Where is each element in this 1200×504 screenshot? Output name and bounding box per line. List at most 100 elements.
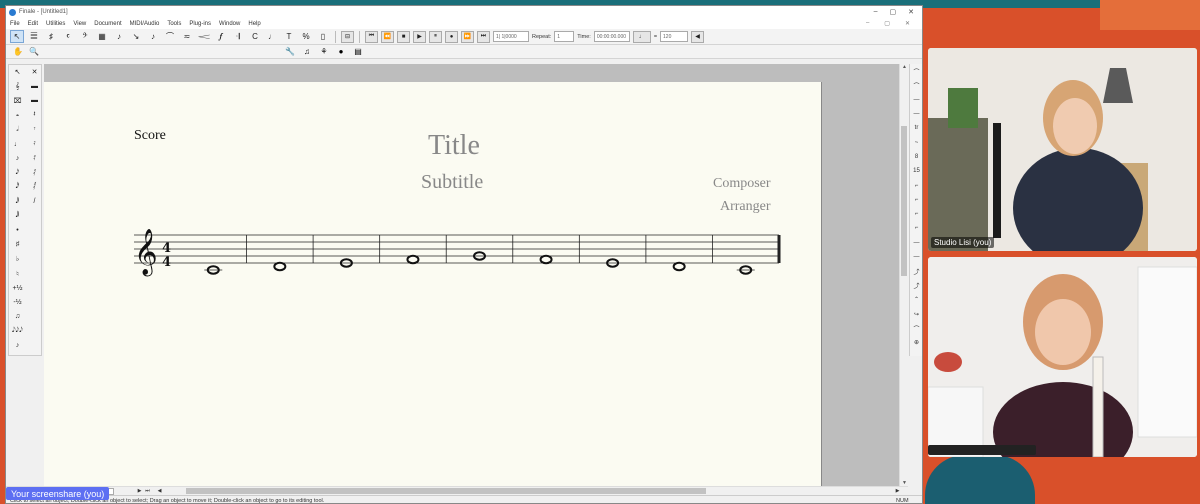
sixtyfourth-note-icon[interactable]: 𝅘𝅥𝅱 [10, 195, 25, 209]
tuplet-icon[interactable]: 𝅘𝅥𝅮𝅘𝅥𝅮𝅘𝅥𝅮 [10, 324, 25, 338]
expression-mf-icon[interactable]: 𝆑 [214, 30, 228, 43]
record-icon[interactable]: ● [445, 30, 458, 43]
line-icon[interactable]: — [910, 236, 922, 250]
tie-shape-icon[interactable]: ⌒ [910, 321, 922, 335]
counter-field[interactable]: 1| 1|0000 [493, 31, 529, 42]
tuplet-tool-icon[interactable]: ♪ [146, 30, 160, 43]
tie-icon[interactable]: ♫ [10, 310, 25, 324]
scroll-up-icon[interactable]: ▲ [900, 64, 909, 70]
bracket-2-icon[interactable]: ⌐ [910, 193, 922, 207]
menu-edit[interactable]: Edit [24, 21, 42, 27]
dashed-line-icon[interactable]: — [910, 250, 922, 264]
ottava-icon[interactable]: 8 [910, 150, 922, 164]
lyrics-tool-icon[interactable]: ♩ [265, 30, 279, 43]
quindicesima-icon[interactable]: 15 [910, 164, 922, 178]
fast-forward-icon[interactable]: ⏩ [461, 30, 474, 43]
whole-note[interactable] [406, 254, 420, 265]
selection-tool-icon[interactable]: ↖ [10, 30, 24, 43]
slur-down-icon[interactable]: ⌒ [910, 78, 922, 92]
whole-note[interactable] [273, 261, 287, 272]
vertical-scrollbar[interactable]: ▲ ▼ [899, 64, 908, 486]
key-signature-tool-icon[interactable]: ♯ [44, 30, 58, 43]
score-composer[interactable]: Composer [713, 176, 771, 192]
music-staff[interactable]: 𝄞 4 4 [134, 222, 794, 292]
sixteenth-rest-icon[interactable]: 𝄿 [27, 137, 42, 151]
bend-icon[interactable]: ⤴ [910, 278, 922, 292]
chord-tool-icon[interactable]: C [248, 30, 262, 43]
half-step-up-icon[interactable]: +½ [10, 281, 25, 295]
custom-shape-icon[interactable]: ⊕ [910, 336, 922, 350]
scroll-right-icon[interactable]: ▶ [894, 487, 901, 495]
dot-icon[interactable]: • [10, 223, 25, 237]
caret-icon[interactable]: ⌃ [910, 293, 922, 307]
rewind-icon[interactable]: ⏪ [381, 30, 394, 43]
participant-video-tile[interactable]: Studio Lisi (you) [928, 48, 1197, 251]
menu-view[interactable]: View [69, 21, 90, 27]
grace-note-icon[interactable]: ♪ [10, 338, 25, 352]
glissando-icon[interactable]: ⤴ [910, 264, 922, 278]
horizontal-scroll-thumb[interactable] [186, 488, 706, 494]
half-step-down-icon[interactable]: -½ [10, 295, 25, 309]
hand-grabber-icon[interactable]: ✋ [12, 46, 24, 58]
whole-note[interactable] [539, 254, 553, 265]
page-layout-tool-icon[interactable]: ▯ [316, 30, 330, 43]
tools-wrench-icon[interactable]: 🔧 [284, 46, 296, 58]
measure-tool-icon[interactable]: ▦ [95, 30, 109, 43]
maximize-button[interactable]: ▢ [890, 8, 897, 16]
sixtyfourth-rest-icon[interactable]: 𝅁 [27, 166, 42, 180]
score-label[interactable]: Score [134, 128, 166, 144]
decrescendo-icon[interactable]: — [910, 107, 922, 121]
clef-tool-icon[interactable]: 𝄢 [78, 30, 92, 43]
bracket-4-icon[interactable]: ⌐ [910, 221, 922, 235]
pause-icon[interactable]: ⏸ [429, 30, 442, 43]
sharp-icon[interactable]: ♯ [10, 238, 25, 252]
simple-entry-tool-icon[interactable]: ♪ [112, 30, 126, 43]
whole-note[interactable] [672, 261, 686, 272]
smart-shape-tool-icon[interactable]: ⌒ [163, 30, 177, 43]
flat-icon[interactable]: ♭ [10, 252, 25, 266]
forward-to-end-icon[interactable]: ⏭ [477, 30, 490, 43]
mirror-tool-icon[interactable]: ⚘ [318, 46, 330, 58]
bracket-3-icon[interactable]: ⌐ [910, 207, 922, 221]
eighth-rest-icon[interactable]: 𝄾 [27, 123, 42, 137]
score-title[interactable]: Title [428, 130, 480, 162]
resize-tool-icon[interactable]: % [299, 30, 313, 43]
document-canvas[interactable]: Score Title Subtitle Composer Arranger 𝄞… [44, 64, 899, 486]
last-page-icon[interactable]: ⏭ [144, 487, 151, 495]
speedy-entry-tool-icon[interactable]: ↘ [129, 30, 143, 43]
scroll-left-icon[interactable]: ◀ [156, 487, 163, 495]
eraser-icon[interactable]: ✕ [27, 65, 42, 79]
hook-icon[interactable]: ↪ [910, 307, 922, 321]
staff-tool-icon[interactable]: 𝄚 [27, 30, 41, 43]
doc-restore-button[interactable]: ▢ [880, 20, 894, 27]
repeat-field[interactable]: 1 [554, 31, 575, 42]
slur-icon[interactable]: ⌒ [910, 64, 922, 78]
doc-close-button[interactable]: ✕ [901, 20, 914, 27]
half-rest-icon[interactable]: ▬ [27, 94, 42, 108]
sixteenth-note-icon[interactable]: 𝅘𝅥𝅯 [10, 166, 25, 180]
minimize-button[interactable]: – [874, 8, 878, 16]
thirtysecond-rest-icon[interactable]: 𝅀 [27, 151, 42, 165]
palette-select-icon[interactable]: ↖ [10, 65, 25, 79]
close-button[interactable]: ✕ [908, 8, 914, 16]
menu-tools[interactable]: Tools [163, 21, 185, 27]
zoom-icon[interactable]: 🔍 [28, 46, 40, 58]
menu-document[interactable]: Document [90, 21, 125, 27]
doc-minimize-button[interactable]: – [862, 20, 873, 27]
tempo-note-icon[interactable]: ♩ [632, 30, 651, 43]
natural-icon[interactable]: ♮ [10, 266, 25, 280]
menu-midi-audio[interactable]: MIDI/Audio [126, 21, 164, 27]
trill-icon[interactable]: tr [910, 121, 922, 135]
note-mover-icon[interactable]: ♫ [301, 46, 313, 58]
screenshare-badge[interactable]: Your screenshare (you) [6, 487, 110, 500]
quarter-rest-icon[interactable]: 𝄽 [27, 108, 42, 122]
thirtysecond-note-icon[interactable]: 𝅘𝅥𝅰 [10, 180, 25, 194]
vertical-scroll-thumb[interactable] [901, 126, 907, 276]
trill-extension-icon[interactable]: ~ [910, 135, 922, 149]
palette-clef-icon[interactable]: 𝄞 [10, 79, 25, 93]
expression-tool-icon[interactable]: 𝆒 [197, 30, 211, 43]
eighth-note-icon[interactable]: ♪ [10, 151, 25, 165]
score-page[interactable]: Score Title Subtitle Composer Arranger 𝄞… [44, 82, 822, 486]
menu-window[interactable]: Window [215, 21, 244, 27]
bracket-icon[interactable]: ⌐ [910, 178, 922, 192]
